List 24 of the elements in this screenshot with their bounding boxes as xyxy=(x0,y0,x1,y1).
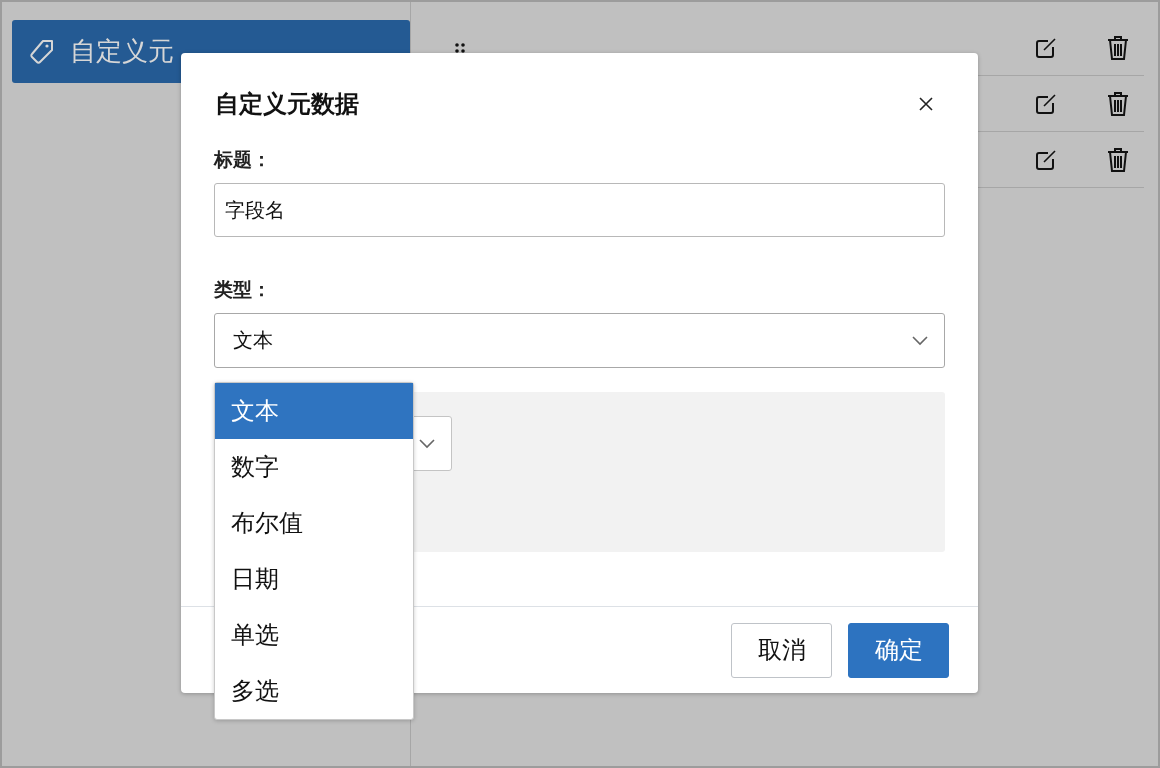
trash-icon[interactable] xyxy=(1106,146,1130,173)
dropdown-option[interactable]: 单选 xyxy=(215,607,413,663)
edit-icon[interactable] xyxy=(1034,35,1058,60)
trash-icon[interactable] xyxy=(1106,34,1130,61)
cancel-button[interactable]: 取消 xyxy=(731,622,832,678)
edit-icon[interactable] xyxy=(1034,147,1058,172)
field-label: 类型： xyxy=(214,277,272,302)
chevron-icon xyxy=(912,335,928,346)
dropdown-option[interactable]: 多选 xyxy=(215,663,413,719)
dropdown-option[interactable]: 文本 xyxy=(215,383,413,439)
type-select[interactable]: 文本 xyxy=(214,313,945,368)
dialog-title: 自定义元数据 xyxy=(215,89,359,120)
field-label: 标题： xyxy=(214,147,272,172)
dropdown-option[interactable]: 数字 xyxy=(215,439,413,495)
dropdown-option[interactable]: 日期 xyxy=(215,551,413,607)
tag-icon xyxy=(28,37,56,66)
trash-icon[interactable] xyxy=(1106,90,1130,117)
confirm-button[interactable]: 确定 xyxy=(848,622,949,678)
dropdown-option[interactable]: 布尔值 xyxy=(215,495,413,551)
close-icon[interactable] xyxy=(918,96,934,112)
chevron-icon xyxy=(419,438,435,449)
edit-icon[interactable] xyxy=(1034,91,1058,116)
title-input[interactable]: 字段名 xyxy=(214,183,945,237)
drag-handle-icon[interactable] xyxy=(455,42,465,53)
